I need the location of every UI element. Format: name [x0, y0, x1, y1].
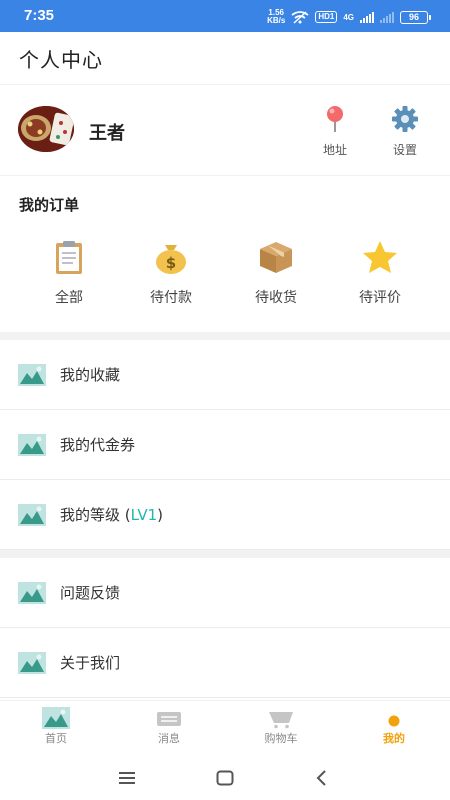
menu-label-about: 关于我们	[60, 654, 121, 672]
bottom-tab-bar: 首页 消息 购物车 我的	[0, 700, 450, 756]
tab-mine-label: 我的	[383, 732, 405, 745]
tab-cart[interactable]: 购物车	[236, 707, 326, 746]
thumbnail-icon	[18, 582, 46, 604]
tab-messages-label: 消息	[158, 732, 180, 745]
star-icon	[363, 241, 397, 273]
thumbnail-icon	[18, 434, 46, 456]
tab-cart-label: 购物车	[264, 732, 298, 745]
package-box-icon	[260, 242, 292, 273]
cart-icon	[269, 712, 293, 729]
signal-icon	[360, 11, 374, 23]
profile-card: 王者 地址 设置	[0, 84, 450, 176]
avatar[interactable]	[18, 106, 74, 152]
menu-row-feedback[interactable]: 问题反馈	[0, 558, 450, 628]
page-header: 个人中心	[0, 32, 450, 84]
battery-icon: 96	[400, 10, 431, 24]
thumbnail-icon	[18, 652, 46, 674]
menu-label-favorites: 我的收藏	[60, 366, 121, 384]
status-icons: 1.56 KB/s HD1 4G 96	[267, 8, 431, 25]
tab-home-label: 首页	[45, 732, 67, 745]
menu-row-vouchers[interactable]: 我的代金券	[0, 410, 450, 480]
thumbnail-icon	[18, 504, 46, 526]
clipboard-icon	[56, 241, 82, 274]
username: 王者	[89, 123, 125, 144]
back-icon[interactable]	[310, 766, 334, 790]
tab-messages[interactable]: 消息	[124, 707, 214, 746]
signal-icon-secondary	[380, 11, 394, 23]
orders-title: 我的订单	[19, 196, 80, 214]
section-divider	[0, 550, 450, 558]
status-time: 7:35	[24, 7, 55, 24]
location-pin-icon	[327, 106, 343, 132]
tab-home[interactable]: 首页	[11, 707, 101, 746]
level-badge: LV1	[130, 506, 158, 524]
home-square-icon[interactable]	[213, 766, 237, 790]
hd-badge: HD1	[315, 11, 338, 23]
menu-row-about[interactable]: 关于我们	[0, 628, 450, 698]
wifi-off-icon	[291, 10, 309, 24]
order-pending-receipt-label: 待收货	[255, 290, 297, 306]
order-all-button[interactable]: 全部	[29, 239, 109, 307]
status-bar: 7:35 1.56 KB/s HD1 4G 96	[0, 0, 450, 32]
menu-label-vouchers: 我的代金券	[60, 436, 136, 454]
menu-icon[interactable]	[115, 766, 139, 790]
gear-icon	[392, 106, 418, 132]
menu-row-level[interactable]: 我的等级 (LV1)	[0, 480, 450, 550]
money-bag-icon: $	[156, 245, 186, 274]
menu-label-level: 我的等级 (LV1)	[60, 506, 163, 524]
menu-label-feedback: 问题反馈	[60, 584, 121, 602]
page-title: 个人中心	[19, 48, 103, 72]
order-all-label: 全部	[55, 290, 83, 306]
network-speed: 1.56 KB/s	[267, 8, 286, 25]
order-pending-review-button[interactable]: 待评价	[340, 239, 420, 307]
menu-row-favorites[interactable]: 我的收藏	[0, 340, 450, 410]
order-pending-payment-button[interactable]: $ 待付款	[131, 239, 211, 307]
settings-label: 设置	[392, 143, 417, 157]
address-label: 地址	[322, 143, 347, 157]
orders-section: 我的订单 全部 $ 待付款 待收货 待评价	[0, 177, 450, 332]
order-pending-receipt-button[interactable]: 待收货	[236, 239, 316, 307]
home-thumbnail-icon	[42, 707, 70, 729]
system-navigation-bar	[0, 756, 450, 800]
address-button[interactable]: 地址	[310, 105, 360, 158]
network-type: 4G	[343, 12, 354, 22]
thumbnail-icon	[18, 364, 46, 386]
settings-button[interactable]: 设置	[380, 105, 430, 158]
order-pending-review-label: 待评价	[359, 290, 401, 306]
svg-text:$: $	[166, 254, 176, 272]
order-pending-payment-label: 待付款	[150, 290, 192, 306]
tab-mine[interactable]: 我的	[349, 707, 439, 746]
section-divider	[0, 332, 450, 340]
profile-dot-icon	[388, 715, 400, 727]
avatar-image	[18, 106, 74, 152]
message-icon	[157, 712, 181, 726]
